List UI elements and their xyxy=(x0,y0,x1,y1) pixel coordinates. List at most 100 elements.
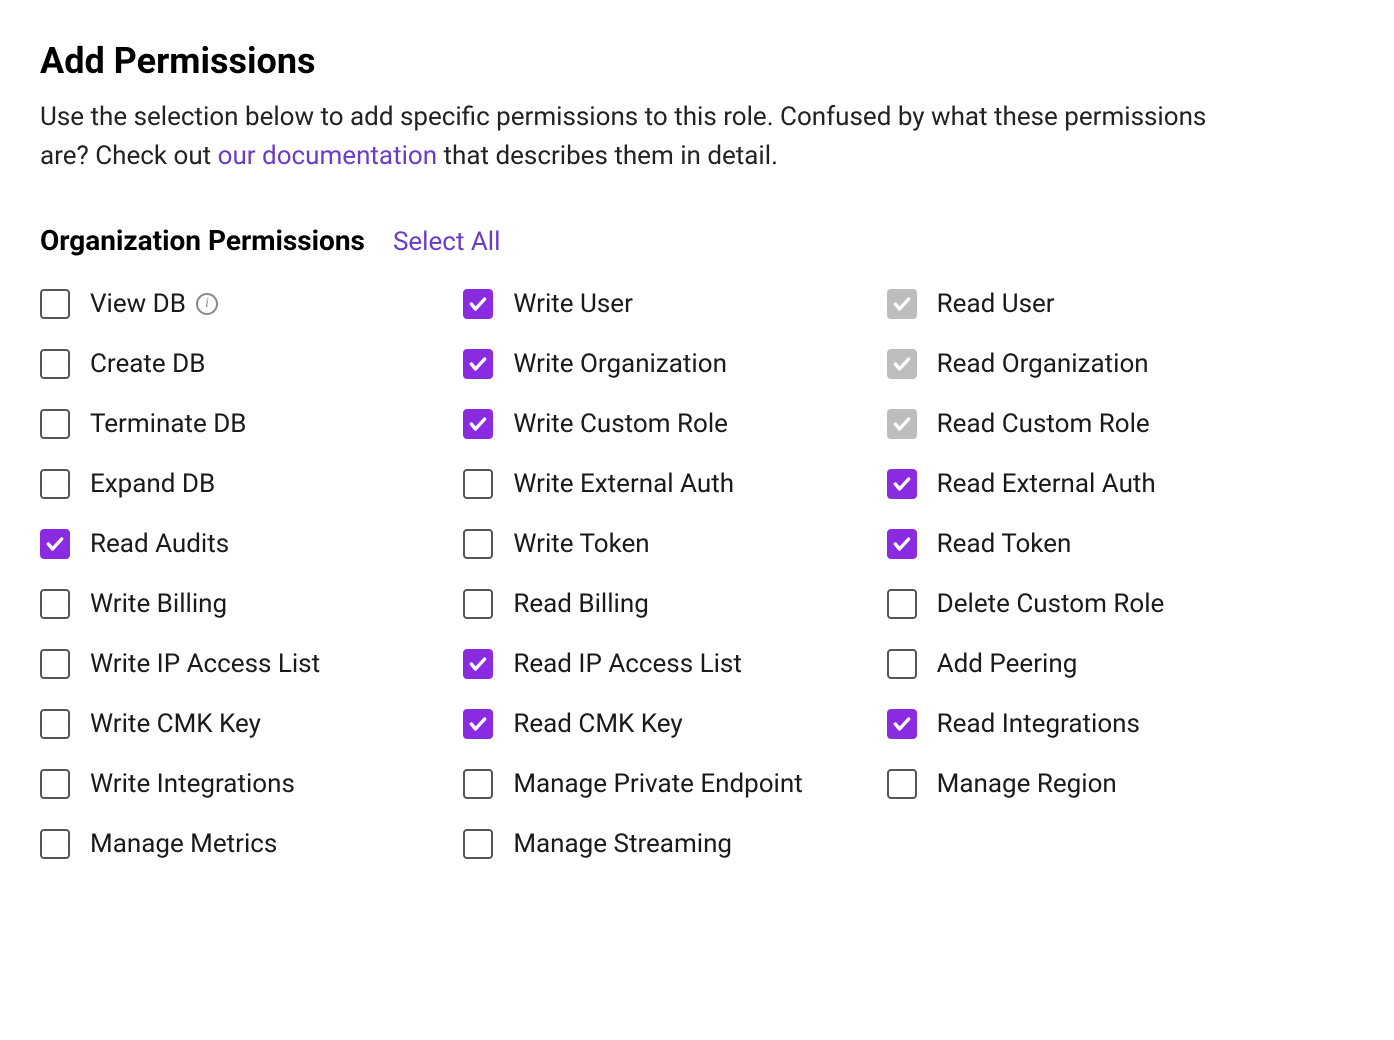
permission-item: Manage Region xyxy=(887,769,1290,799)
permission-label-text: Manage Private Endpoint xyxy=(513,769,802,799)
permission-checkbox[interactable] xyxy=(463,289,493,319)
section-header: Organization Permissions Select All xyxy=(40,224,1354,257)
permission-label: Read Audits xyxy=(90,529,229,559)
permission-label: Terminate DB xyxy=(90,409,246,439)
permission-item: Create DB xyxy=(40,349,443,379)
permission-label-text: Create DB xyxy=(90,349,205,379)
permission-label: Read CMK Key xyxy=(513,709,682,739)
permissions-grid: View DBi Write User Read User Create DB Writ… xyxy=(40,289,1290,859)
description-text-after: that describes them in detail. xyxy=(437,141,778,171)
permission-label-text: Write External Auth xyxy=(513,469,734,499)
permission-label-text: Read Custom Role xyxy=(937,409,1150,439)
permission-checkbox[interactable] xyxy=(463,349,493,379)
permission-label: Manage Streaming xyxy=(513,829,732,859)
permission-label-text: Read External Auth xyxy=(937,469,1156,499)
permission-checkbox[interactable] xyxy=(40,349,70,379)
permission-item: Write Organization xyxy=(463,349,866,379)
permission-label: Create DB xyxy=(90,349,205,379)
permission-label-text: Write Custom Role xyxy=(513,409,728,439)
permission-item: Expand DB xyxy=(40,469,443,499)
permission-checkbox[interactable] xyxy=(887,529,917,559)
permission-label-text: Expand DB xyxy=(90,469,215,499)
permission-label-text: Write Token xyxy=(513,529,649,559)
permission-label: Write IP Access List xyxy=(90,649,320,679)
permission-label-text: Write IP Access List xyxy=(90,649,320,679)
permission-label-text: Delete Custom Role xyxy=(937,589,1165,619)
permission-checkbox[interactable] xyxy=(40,409,70,439)
permission-item: Read Audits xyxy=(40,529,443,559)
permission-label-text: Write CMK Key xyxy=(90,709,261,739)
permission-checkbox[interactable] xyxy=(40,829,70,859)
permission-checkbox[interactable] xyxy=(887,469,917,499)
permission-label-text: Add Peering xyxy=(937,649,1078,679)
page-description: Use the selection below to add specific … xyxy=(40,98,1240,176)
permission-item: Read Custom Role xyxy=(887,409,1290,439)
permission-checkbox[interactable] xyxy=(887,589,917,619)
permission-label-text: Read User xyxy=(937,289,1055,319)
permission-checkbox[interactable] xyxy=(887,709,917,739)
select-all-link[interactable]: Select All xyxy=(393,227,501,257)
permission-label-text: Write Billing xyxy=(90,589,227,619)
permission-item: Read Billing xyxy=(463,589,866,619)
permission-item: Write External Auth xyxy=(463,469,866,499)
permission-checkbox[interactable] xyxy=(40,529,70,559)
permission-label-text: Manage Streaming xyxy=(513,829,732,859)
permission-label-text: Read Integrations xyxy=(937,709,1140,739)
permission-label: Read Integrations xyxy=(937,709,1140,739)
permission-label-text: Terminate DB xyxy=(90,409,246,439)
permission-item: Read User xyxy=(887,289,1290,319)
permission-label: Write Integrations xyxy=(90,769,295,799)
permission-checkbox[interactable] xyxy=(40,469,70,499)
permission-item: Read Token xyxy=(887,529,1290,559)
permission-item: Manage Streaming xyxy=(463,829,866,859)
permission-label-text: Read Organization xyxy=(937,349,1149,379)
permission-checkbox[interactable] xyxy=(463,649,493,679)
permission-checkbox[interactable] xyxy=(887,649,917,679)
permission-label: Expand DB xyxy=(90,469,215,499)
permission-item: Write IP Access List xyxy=(40,649,443,679)
permission-label: View DBi xyxy=(90,289,218,319)
permission-label-text: Manage Region xyxy=(937,769,1117,799)
permission-checkbox[interactable] xyxy=(463,529,493,559)
permission-label: Read IP Access List xyxy=(513,649,742,679)
documentation-link[interactable]: our documentation xyxy=(218,141,437,171)
permission-label: Delete Custom Role xyxy=(937,589,1165,619)
permission-checkbox[interactable] xyxy=(40,589,70,619)
permission-label: Manage Metrics xyxy=(90,829,277,859)
permission-label-text: Read Audits xyxy=(90,529,229,559)
permission-item: Read IP Access List xyxy=(463,649,866,679)
permission-checkbox[interactable] xyxy=(463,589,493,619)
permission-label: Add Peering xyxy=(937,649,1078,679)
permission-label: Read Token xyxy=(937,529,1072,559)
permission-label-text: Read Billing xyxy=(513,589,649,619)
permission-checkbox xyxy=(887,349,917,379)
permission-checkbox[interactable] xyxy=(40,289,70,319)
permission-checkbox[interactable] xyxy=(40,709,70,739)
permission-checkbox[interactable] xyxy=(887,769,917,799)
permission-checkbox[interactable] xyxy=(463,469,493,499)
permission-label: Write User xyxy=(513,289,633,319)
permission-label: Read External Auth xyxy=(937,469,1156,499)
permission-checkbox[interactable] xyxy=(40,769,70,799)
permission-label: Write Token xyxy=(513,529,649,559)
permission-label: Read Custom Role xyxy=(937,409,1150,439)
permission-label: Read Billing xyxy=(513,589,649,619)
permission-label: Write CMK Key xyxy=(90,709,261,739)
permission-label-text: Write Organization xyxy=(513,349,727,379)
permission-item: Write User xyxy=(463,289,866,319)
permission-item: Write Custom Role xyxy=(463,409,866,439)
permission-checkbox[interactable] xyxy=(463,409,493,439)
permission-item: Read Integrations xyxy=(887,709,1290,739)
section-title: Organization Permissions xyxy=(40,224,365,257)
permission-item: View DBi xyxy=(40,289,443,319)
info-icon[interactable]: i xyxy=(196,293,218,315)
permission-item: Write Token xyxy=(463,529,866,559)
permission-checkbox[interactable] xyxy=(463,829,493,859)
permission-item: Manage Private Endpoint xyxy=(463,769,866,799)
permission-label: Manage Region xyxy=(937,769,1117,799)
permission-label: Read Organization xyxy=(937,349,1149,379)
permission-checkbox[interactable] xyxy=(463,769,493,799)
permission-checkbox[interactable] xyxy=(40,649,70,679)
permission-checkbox[interactable] xyxy=(463,709,493,739)
permission-item: Delete Custom Role xyxy=(887,589,1290,619)
